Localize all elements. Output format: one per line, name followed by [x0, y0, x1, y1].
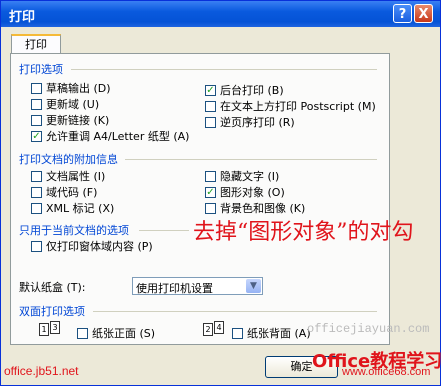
- checkbox-box: [31, 98, 42, 110]
- close-button[interactable]: X: [414, 4, 433, 23]
- checkbox-reverse-order[interactable]: 逆页序打印 (R): [205, 114, 295, 130]
- section-title-document-info: 打印文档的附加信息: [19, 153, 118, 166]
- checkbox-box: [31, 202, 42, 214]
- checkbox-box: [232, 327, 243, 339]
- watermark-left: office.jb51.net: [4, 364, 79, 378]
- checkbox-background-print[interactable]: ✓ 后台打印 (B): [205, 82, 284, 98]
- annotation-text: 去掉“图形对象”的对勾: [193, 220, 414, 245]
- section-divider: [71, 69, 377, 70]
- section-divider: [125, 159, 377, 160]
- section-divider: [93, 311, 377, 312]
- checkbox-update-links[interactable]: 更新链接 (K): [31, 112, 109, 128]
- checkbox-box: [31, 114, 42, 126]
- section-title-print-options: 打印选项: [19, 63, 63, 76]
- checkbox-box: [31, 170, 42, 182]
- checkbox-allow-a4-letter[interactable]: ✓ 允许重调 A4/Letter 纸型 (A): [31, 128, 189, 144]
- checkbox-box: [205, 116, 216, 128]
- tray-select[interactable]: 使用打印机设置 ▼: [132, 277, 263, 295]
- check-mark-icon: ✓: [205, 84, 216, 96]
- help-button[interactable]: ?: [393, 4, 412, 23]
- checkbox-back-of-sheet[interactable]: 纸张背面 (A): [232, 325, 311, 341]
- title-bar[interactable]: 打印 ? X: [1, 1, 440, 27]
- checkbox-xml-tags[interactable]: XML 标记 (X): [31, 200, 114, 216]
- checkbox-box: [31, 240, 42, 252]
- checkbox-box: [31, 82, 42, 94]
- window-title: 打印: [9, 10, 36, 25]
- checkbox-box: [31, 186, 42, 198]
- print-dialog: 打印 ? X 打印 打印选项 草稿输出 (D) 更新域 (U) 更新链接 (K)…: [0, 0, 441, 386]
- tray-select-value: 使用打印机设置: [136, 282, 213, 295]
- checkbox-box: [77, 327, 88, 339]
- check-mark-icon: ✓: [205, 186, 216, 198]
- checkbox-field-codes[interactable]: 域代码 (F): [31, 184, 97, 200]
- checkbox-postscript-over-text[interactable]: 在文本上方打印 Postscript (M): [205, 98, 376, 114]
- tab-print[interactable]: 打印: [11, 34, 61, 54]
- tray-label: 默认纸盒 (T):: [19, 281, 86, 294]
- section-divider: [139, 230, 189, 231]
- watermark-right: officejiayuan.com: [307, 322, 430, 336]
- check-mark-icon: ✓: [31, 130, 42, 142]
- checkbox-front-of-sheet[interactable]: 纸张正面 (S): [77, 325, 155, 341]
- watermark-brand-url: www.office68.com: [342, 366, 431, 378]
- checkbox-box: [205, 100, 216, 112]
- checkbox-draft-output[interactable]: 草稿输出 (D): [31, 80, 111, 96]
- checkbox-update-fields[interactable]: 更新域 (U): [31, 96, 99, 112]
- section-title-current-doc: 只用于当前文档的选项: [19, 224, 129, 237]
- checkbox-document-properties[interactable]: 文档属性 (I): [31, 168, 105, 184]
- duplex-front-pages-icon: 1 3: [39, 321, 63, 337]
- checkbox-box: [205, 202, 216, 214]
- checkbox-form-data-only[interactable]: 仅打印窗体域内容 (P): [31, 238, 153, 254]
- checkbox-hidden-text[interactable]: 隐藏文字 (I): [205, 168, 279, 184]
- section-title-duplex: 双面打印选项: [19, 305, 85, 318]
- checkbox-box: [205, 170, 216, 182]
- chevron-down-icon[interactable]: ▼: [246, 279, 261, 293]
- checkbox-drawing-objects[interactable]: ✓ 图形对象 (O): [205, 184, 285, 200]
- duplex-back-pages-icon: 2 4: [203, 321, 227, 337]
